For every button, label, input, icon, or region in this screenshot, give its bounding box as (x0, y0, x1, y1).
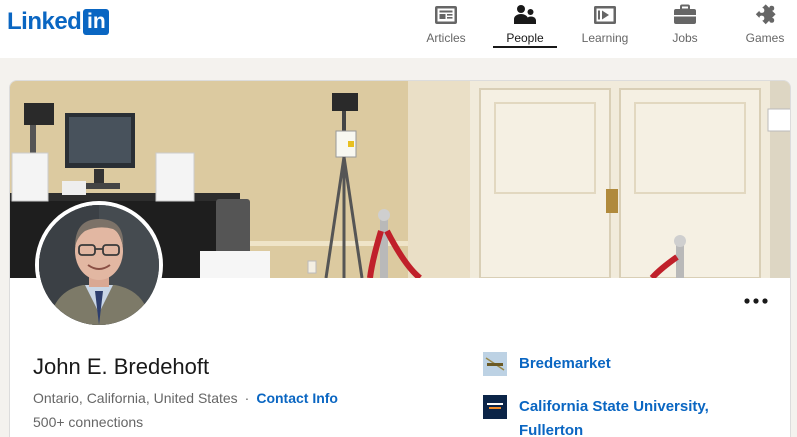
nav-label-games: Games (745, 31, 785, 45)
org-item-bredemarket[interactable]: Bredemarket (483, 352, 739, 376)
org-item-csuf[interactable]: California State University, Fullerton (483, 395, 739, 437)
nav-games[interactable]: Games (742, 0, 788, 50)
articles-icon (435, 6, 457, 24)
org-name: California State University, Fullerton (519, 398, 709, 437)
profile-location-line: Ontario, California, United States · Conta… (33, 390, 338, 406)
profile-name: John E. Bredehoft (33, 354, 210, 379)
nav-label-jobs: Jobs (672, 31, 698, 45)
nav-label-people: People (506, 31, 544, 45)
people-icon (514, 5, 536, 24)
separator-dot: · (244, 390, 250, 406)
bredemarket-logo (483, 352, 507, 376)
contact-info-link[interactable]: Contact Info (256, 390, 338, 406)
nav-jobs[interactable]: Jobs (664, 0, 706, 50)
top-navigation: Linked in Articles People Learning Jobs … (0, 0, 797, 58)
nav-learning[interactable]: Learning (578, 0, 632, 50)
active-tab-indicator (493, 46, 557, 48)
profile-photo (39, 205, 159, 325)
nav-articles[interactable]: Articles (421, 0, 471, 50)
nav-people[interactable]: People (496, 0, 554, 50)
logo-wordmark: Linked (7, 8, 82, 35)
nav-label-articles: Articles (426, 31, 466, 45)
nav-label-learning: Learning (581, 31, 629, 45)
csuf-logo (483, 395, 507, 419)
profile-location: Ontario, California, United States (33, 390, 238, 406)
connections-count: 500+ connections (33, 414, 144, 430)
briefcase-icon (674, 4, 696, 24)
more-options-button[interactable] (743, 291, 769, 311)
learning-icon (594, 6, 616, 24)
org-name: Bredemarket (519, 355, 611, 372)
linkedin-logo[interactable]: Linked in (7, 8, 110, 36)
profile-card: John E. Bredehoft Ontario, California, U… (9, 80, 791, 437)
puzzle-icon (755, 4, 776, 25)
logo-badge: in (83, 9, 110, 35)
avatar[interactable] (35, 201, 163, 329)
